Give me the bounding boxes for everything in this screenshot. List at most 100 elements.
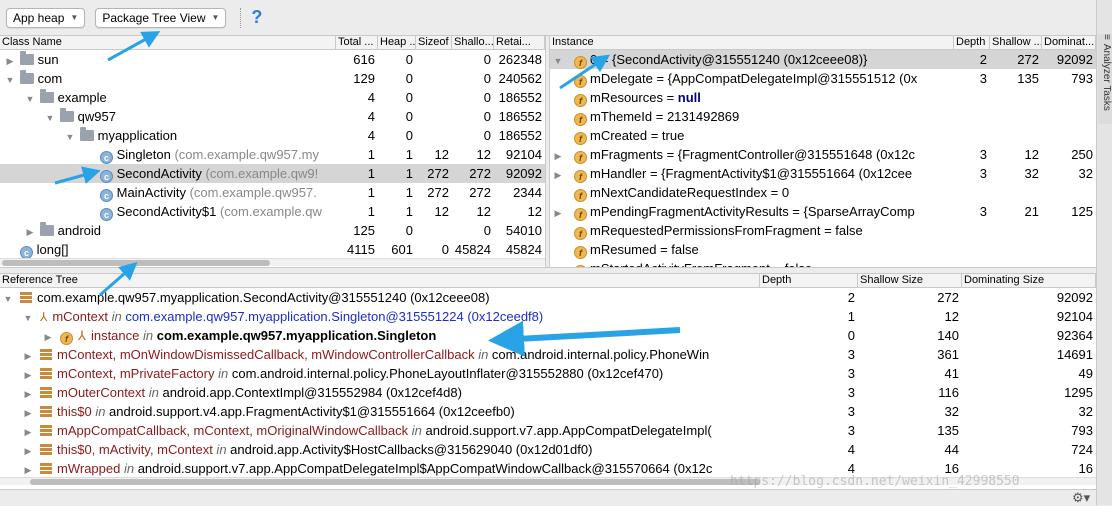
instance-row[interactable]: f mThemeId = 2131492869	[550, 107, 1096, 126]
expand-arrow-icon[interactable]: ▶	[22, 366, 34, 383]
reference-row[interactable]: ▶ this$0 in android.support.v4.app.Fragme…	[0, 402, 1096, 421]
dominating-cell: 250	[1071, 147, 1093, 162]
reference-row[interactable]: ▶ f ⅄ instance in com.example.qw957.myappli…	[0, 326, 1096, 345]
reference-row[interactable]: ▼ ⅄ mContext in com.example.qw957.myapplic…	[0, 307, 1096, 326]
expand-arrow-icon[interactable]: ▼	[24, 90, 36, 107]
instance-row[interactable]: ▶ f mPendingFragmentActivityResults = {Spa…	[550, 202, 1096, 221]
column-header-dominating-size[interactable]: Dominating Size	[962, 274, 1096, 287]
column-header-dominat[interactable]: Dominat...	[1042, 36, 1096, 49]
sizeof-cell	[416, 88, 452, 107]
instance-cell: f mCreated = true	[552, 126, 952, 145]
column-header-depth[interactable]: Depth	[954, 36, 990, 49]
table-row[interactable]: c long[] 4115 601 0 45824 45824	[0, 240, 545, 259]
analyzer-tasks-tab[interactable]: ≡ Analyzer Tasks	[1098, 34, 1112, 124]
expand-arrow-icon[interactable]: ▶	[42, 328, 54, 345]
instance-row[interactable]: f mCreated = true	[550, 126, 1096, 145]
instance-row[interactable]: ▶ f mFragments = {FragmentController@31555…	[550, 145, 1096, 164]
instance-row[interactable]: f mResumed = false	[550, 240, 1096, 259]
reference-row[interactable]: ▶ mOuterContext in android.app.ContextImp…	[0, 383, 1096, 402]
shallow-cell: 12	[944, 309, 959, 324]
shallow-cell: 140	[937, 328, 959, 343]
shallow-cell: 272	[469, 166, 491, 181]
column-header-shallow-size[interactable]: Shallow Size	[858, 274, 962, 287]
package-name-label: (com.example.qw957.my	[170, 147, 319, 162]
reference-row[interactable]: ▶ mContext, mPrivateFactory in com.androi…	[0, 364, 1096, 383]
scrollbar-thumb[interactable]	[30, 479, 760, 485]
reference-text: android.app.ContextImpl@315552984 (0x12c…	[162, 385, 462, 400]
shallow-cell: 0	[483, 109, 491, 124]
class-icon: c	[100, 151, 113, 164]
expand-arrow-icon[interactable]: ▶	[22, 404, 34, 421]
column-header-reference-tree[interactable]: Reference Tree	[0, 274, 760, 287]
table-row[interactable]: c SecondActivity (com.example.qw9! 1 1 272 2…	[0, 164, 545, 183]
table-row[interactable]: ▼ example 4 0 0 186552	[0, 88, 545, 107]
instance-cell: f mResumed = false	[552, 240, 952, 259]
expand-arrow-icon[interactable]: ▶	[22, 442, 34, 459]
expand-arrow-icon[interactable]: ▼	[2, 290, 14, 307]
view-select[interactable]: Package Tree View ▼	[95, 7, 227, 28]
column-header-instance[interactable]: Instance	[550, 36, 954, 49]
retained-cell: 2344	[513, 185, 542, 200]
total-cell: 1	[367, 204, 375, 219]
class-horizontal-scrollbar[interactable]	[0, 258, 545, 266]
reference-row[interactable]: ▶ mContext, mOnWindowDismissedCallback, m…	[0, 345, 1096, 364]
reference-text: android.support.v7.app.AppCompatDelegate…	[137, 461, 713, 476]
instance-row[interactable]: f mDelegate = {AppCompatDelegateImpl@3155…	[550, 69, 1096, 88]
heap-cell: 0	[405, 109, 413, 124]
scrollbar-thumb[interactable]	[2, 260, 270, 266]
expand-arrow-icon[interactable]: ▶	[22, 385, 34, 402]
reference-row[interactable]: ▼ com.example.qw957.myapplication.SecondA…	[0, 288, 1096, 307]
column-header-total[interactable]: Total ...	[336, 36, 378, 49]
table-row[interactable]: ▼ qw957 4 0 0 186552	[0, 107, 545, 126]
table-row[interactable]: ▶ android 125 0 0 54010	[0, 221, 545, 240]
column-header-heap[interactable]: Heap ...	[378, 36, 416, 49]
expand-arrow-icon[interactable]: ▶	[552, 147, 564, 164]
expand-arrow-icon[interactable]: ▼	[64, 128, 76, 145]
table-row[interactable]: c SecondActivity$1 (com.example.qw 1 1 12 12…	[0, 202, 545, 221]
dominating-cell: 32	[1078, 404, 1093, 419]
expand-arrow-icon[interactable]: ▶	[22, 461, 34, 478]
dominating-cell: 724	[1071, 442, 1093, 457]
reference-cell: ▶ this$0, mActivity, mContext in android.…	[22, 440, 758, 459]
depth-cell	[954, 240, 990, 259]
gear-icon[interactable]: ⚙▾	[1072, 490, 1090, 506]
reference-text: android.app.Activity$HostCallbacks@31562…	[230, 442, 593, 457]
expand-arrow-icon[interactable]: ▼	[4, 71, 16, 88]
chevron-down-icon: ▼	[211, 13, 220, 22]
expand-arrow-icon[interactable]: ▶	[552, 204, 564, 221]
expand-arrow-icon[interactable]: ▶	[552, 166, 564, 183]
column-header-shallow[interactable]: Shallow ...	[990, 36, 1042, 49]
column-header-shallo[interactable]: Shallo...	[452, 36, 494, 49]
instance-row[interactable]: ▶ f mHandler = {FragmentActivity$1@3155516…	[550, 164, 1096, 183]
expand-arrow-icon[interactable]: ▼	[552, 52, 564, 69]
column-header-retai[interactable]: Retai...	[494, 36, 545, 49]
shallow-cell: 116	[938, 385, 959, 400]
expand-arrow-icon[interactable]: ▼	[44, 109, 56, 126]
column-header-sizeof[interactable]: Sizeof	[416, 36, 452, 49]
instance-row[interactable]: f mNextCandidateRequestIndex = 0	[550, 183, 1096, 202]
reference-row[interactable]: ▶ this$0, mActivity, mContext in android.…	[0, 440, 1096, 459]
table-row[interactable]: ▼ myapplication 4 0 0 186552	[0, 126, 545, 145]
reference-text: in	[107, 309, 126, 324]
expand-arrow-icon[interactable]: ▼	[22, 309, 34, 326]
table-row[interactable]: c MainActivity (com.example.qw957. 1 1 272 2…	[0, 183, 545, 202]
collapse-arrow-icon[interactable]: ▶	[24, 223, 36, 240]
instance-row[interactable]: f mRequestedPermissionsFromFragment = fal…	[550, 221, 1096, 240]
collapse-arrow-icon[interactable]: ▶	[4, 52, 16, 69]
dominating-cell: 1295	[1064, 385, 1093, 400]
shallow-cell: 45824	[454, 242, 491, 257]
instance-row[interactable]: ▼ f 0 = {SecondActivity@315551240 (0x12cee…	[550, 50, 1096, 69]
column-header-class-name[interactable]: Class Name	[0, 36, 336, 49]
column-header-depth[interactable]: Depth	[760, 274, 858, 287]
shallow-cell: 12	[1024, 147, 1039, 162]
horizontal-splitter[interactable]	[0, 267, 1096, 274]
table-row[interactable]: ▶ sun 616 0 0 262348	[0, 50, 545, 69]
table-row[interactable]: c Singleton (com.example.qw957.my 1 1 12 12 9…	[0, 145, 545, 164]
expand-arrow-icon[interactable]: ▶	[22, 423, 34, 440]
instance-row[interactable]: f mResources = null	[550, 88, 1096, 107]
heap-select[interactable]: App heap ▼	[6, 7, 86, 28]
help-icon[interactable]: ?	[251, 7, 262, 28]
reference-row[interactable]: ▶ mAppCompatCallback, mContext, mOriginal…	[0, 421, 1096, 440]
table-row[interactable]: ▼ com 129 0 0 240562	[0, 69, 545, 88]
expand-arrow-icon[interactable]: ▶	[22, 347, 34, 364]
